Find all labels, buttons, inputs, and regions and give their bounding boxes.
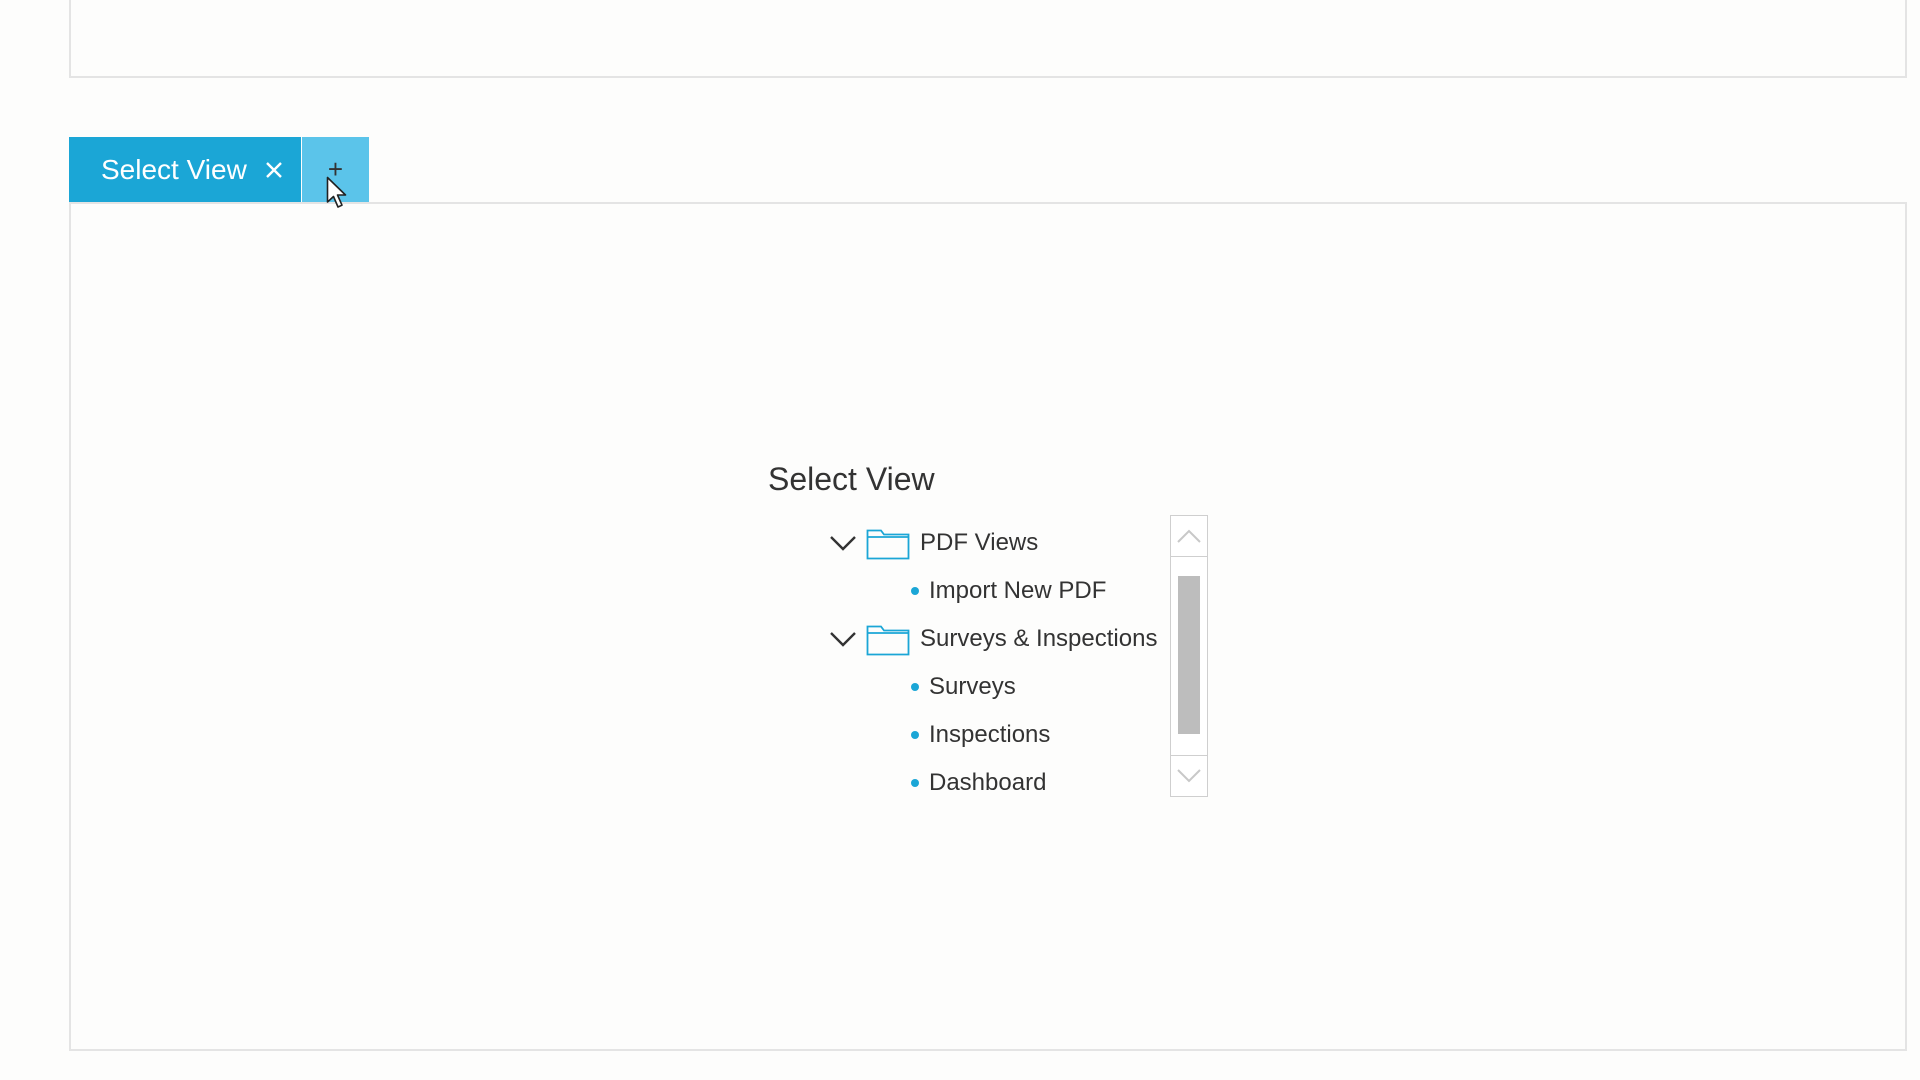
- tree-folder-label: Surveys & Inspections: [920, 625, 1158, 652]
- tree-item-inspections[interactable]: Inspections: [828, 711, 1178, 759]
- bullet-icon: [911, 779, 919, 787]
- tree-scrollbar[interactable]: [1170, 515, 1208, 797]
- folder-icon: [866, 622, 910, 656]
- view-selector: Select View PDF Views Import New PDF Sur…: [768, 457, 1228, 804]
- tree-item-dashboard[interactable]: Dashboard: [828, 759, 1178, 807]
- tab-label: Select View: [101, 153, 247, 185]
- tree-item-label: Import New PDF: [929, 577, 1107, 604]
- tab-strip: Select View +: [69, 137, 369, 202]
- tree-folder-surveys-inspections[interactable]: Surveys & Inspections: [828, 615, 1178, 663]
- add-tab-button[interactable]: +: [302, 137, 369, 202]
- chevron-down-icon[interactable]: [828, 624, 858, 654]
- bullet-icon: [911, 683, 919, 691]
- tree-item-import-new-pdf[interactable]: Import New PDF: [828, 567, 1178, 615]
- tab-select-view[interactable]: Select View: [69, 137, 301, 202]
- tree-item-label: Inspections: [929, 721, 1051, 748]
- scroll-down-button[interactable]: [1171, 755, 1207, 796]
- bullet-icon: [911, 731, 919, 739]
- selector-title: Select View: [768, 461, 935, 497]
- tree-container: PDF Views Import New PDF Surveys & Inspe…: [768, 515, 1228, 807]
- chevron-down-icon: [1177, 769, 1201, 783]
- folder-icon: [866, 526, 910, 560]
- tree-item-label: Surveys: [929, 673, 1016, 700]
- scroll-up-button[interactable]: [1171, 516, 1207, 557]
- view-tree: PDF Views Import New PDF Surveys & Inspe…: [828, 519, 1178, 807]
- tree-item-label: Dashboard: [929, 769, 1047, 796]
- scroll-thumb[interactable]: [1178, 576, 1200, 734]
- chevron-down-icon[interactable]: [828, 528, 858, 558]
- top-panel: [69, 0, 1907, 78]
- chevron-up-icon: [1177, 529, 1201, 543]
- tree-item-surveys[interactable]: Surveys: [828, 663, 1178, 711]
- tree-folder-pdf-views[interactable]: PDF Views: [828, 519, 1178, 567]
- plus-icon: +: [327, 154, 344, 184]
- bullet-icon: [911, 587, 919, 595]
- close-icon[interactable]: [261, 157, 287, 183]
- tree-folder-label: PDF Views: [920, 529, 1039, 556]
